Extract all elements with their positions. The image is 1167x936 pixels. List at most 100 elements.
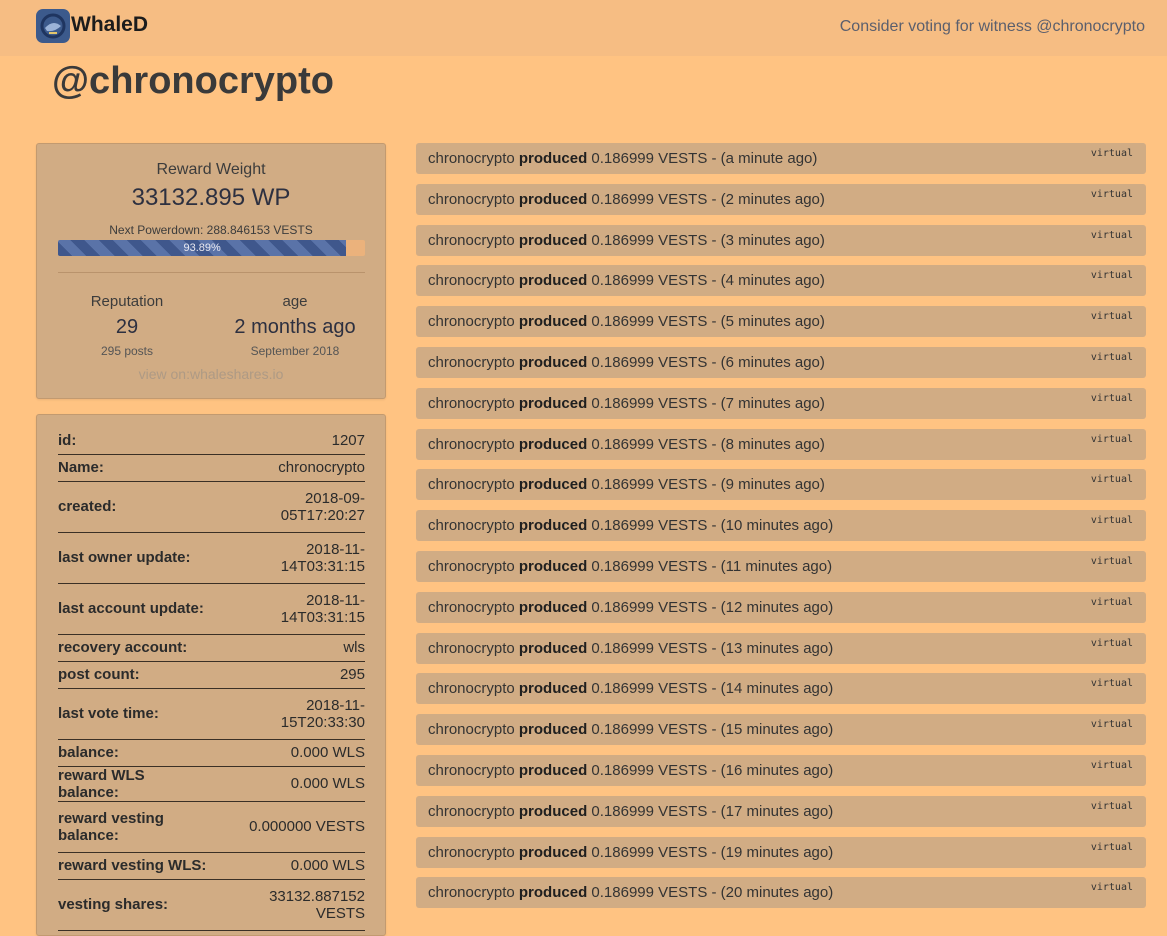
brand-name[interactable]: WhaleD [71,13,148,37]
operation-item[interactable]: chronocrypto produced 0.186999 VESTS - (… [416,796,1146,827]
operation-item[interactable]: chronocrypto produced 0.186999 VESTS - (… [416,388,1146,419]
operation-time: - (19 minutes ago) [711,844,834,861]
whale-logo-icon[interactable] [36,9,70,43]
detail-value-line: 14T03:31:15 [280,608,365,626]
operation-time: - (a minute ago) [711,150,818,167]
detail-value: 0.000 WLS [215,739,365,767]
operation-time: - (8 minutes ago) [711,436,825,453]
detail-value: 2018-11- 14T03:31:15 [215,532,365,584]
operation-item[interactable]: chronocrypto produced 0.186999 VESTS - (… [416,143,1146,174]
operation-account[interactable]: chronocrypto [428,599,515,616]
detail-key: reward vesting balance: [58,801,215,853]
operation-time: - (20 minutes ago) [711,884,834,901]
operation-account[interactable]: chronocrypto [428,721,515,738]
operation-item[interactable]: chronocrypto produced 0.186999 VESTS - (… [416,551,1146,582]
operation-account[interactable]: chronocrypto [428,640,515,657]
operation-account[interactable]: chronocrypto [428,558,515,575]
operation-amount: 0.186999 VESTS [591,191,708,208]
operation-account[interactable]: chronocrypto [428,150,515,167]
detail-row: vesting shares: 33132.887152 VESTS [58,879,365,931]
detail-value-line: 1207 [331,431,365,449]
operation-text: chronocrypto produced 0.186999 VESTS - (… [428,517,833,534]
detail-value: 0.000 WLS [215,852,365,880]
operation-account[interactable]: chronocrypto [428,232,515,249]
operation-amount: 0.186999 VESTS [591,476,708,493]
operation-item[interactable]: chronocrypto produced 0.186999 VESTS - (… [416,265,1146,296]
page-title: @chronocrypto [52,60,334,102]
operation-verb: produced [518,232,588,249]
detail-row: post count: 295 [58,661,365,689]
operation-account[interactable]: chronocrypto [428,354,515,371]
operation-account[interactable]: chronocrypto [428,762,515,779]
operation-item[interactable]: chronocrypto produced 0.186999 VESTS - (… [416,306,1146,337]
operation-virtual-tag: virtual [1090,230,1133,241]
operation-virtual-tag: virtual [1090,189,1133,200]
operation-item[interactable]: chronocrypto produced 0.186999 VESTS - (… [416,837,1146,868]
operation-text: chronocrypto produced 0.186999 VESTS - (… [428,599,833,616]
operation-amount: 0.186999 VESTS [591,680,708,697]
operation-account[interactable]: chronocrypto [428,313,515,330]
operation-item[interactable]: chronocrypto produced 0.186999 VESTS - (… [416,347,1146,378]
detail-value: 33132.887152 VESTS [215,879,365,931]
operation-text: chronocrypto produced 0.186999 VESTS - (… [428,272,825,289]
detail-value: 1207 [215,427,365,455]
operation-account[interactable]: chronocrypto [428,517,515,534]
operation-account[interactable]: chronocrypto [428,844,515,861]
operation-time: - (13 minutes ago) [711,640,834,657]
operation-virtual-tag: virtual [1090,882,1133,893]
operation-account[interactable]: chronocrypto [428,476,515,493]
operation-verb: produced [518,313,588,330]
reputation-label: Reputation [90,293,164,310]
operation-virtual-tag: virtual [1090,270,1133,281]
operation-account[interactable]: chronocrypto [428,803,515,820]
operation-amount: 0.186999 VESTS [591,313,708,330]
detail-row: Name: chronocrypto [58,454,365,482]
detail-value: wls [215,634,365,662]
operation-item[interactable]: chronocrypto produced 0.186999 VESTS - (… [416,673,1146,704]
operation-verb: produced [518,476,588,493]
detail-value: 0.000000 VESTS [215,801,365,853]
operation-item[interactable]: chronocrypto produced 0.186999 VESTS - (… [416,714,1146,745]
operation-item[interactable]: chronocrypto produced 0.186999 VESTS - (… [416,184,1146,215]
operation-account[interactable]: chronocrypto [428,191,515,208]
detail-value-line: 33132.887152 [269,887,365,905]
operation-account[interactable]: chronocrypto [428,680,515,697]
reputation-value: 29 [115,316,139,338]
operation-item[interactable]: chronocrypto produced 0.186999 VESTS - (… [416,225,1146,256]
operation-text: chronocrypto produced 0.186999 VESTS - (… [428,721,833,738]
operation-item[interactable]: chronocrypto produced 0.186999 VESTS - (… [416,469,1146,500]
operation-item[interactable]: chronocrypto produced 0.186999 VESTS - (… [416,633,1146,664]
operation-text: chronocrypto produced 0.186999 VESTS - (… [428,762,833,779]
account-details-card: id: 1207 Name: chronocrypto created: 2018-09-… [36,414,386,936]
operation-amount: 0.186999 VESTS [591,517,708,534]
detail-value-line: 2018-11- [306,696,365,714]
operation-virtual-tag: virtual [1090,311,1133,322]
operation-virtual-tag: virtual [1090,393,1133,404]
operation-account[interactable]: chronocrypto [428,436,515,453]
detail-value-line: VESTS [315,904,365,922]
operation-account[interactable]: chronocrypto [428,272,515,289]
operation-item[interactable]: chronocrypto produced 0.186999 VESTS - (… [416,755,1146,786]
operation-item[interactable]: chronocrypto produced 0.186999 VESTS - (… [416,429,1146,460]
operation-verb: produced [518,150,588,167]
operation-account[interactable]: chronocrypto [428,884,515,901]
detail-key: Name: [58,454,215,482]
operation-verb: produced [518,517,588,534]
operation-text: chronocrypto produced 0.186999 VESTS - (… [428,436,825,453]
detail-value: 295 [215,661,365,689]
witness-vote-link[interactable]: Consider voting for witness @chronocrypt… [840,18,1145,36]
operation-item[interactable]: chronocrypto produced 0.186999 VESTS - (… [416,510,1146,541]
operation-time: - (16 minutes ago) [711,762,834,779]
operation-virtual-tag: virtual [1090,597,1133,608]
operation-account[interactable]: chronocrypto [428,395,515,412]
detail-key: balance: [58,739,215,767]
operation-item[interactable]: chronocrypto produced 0.186999 VESTS - (… [416,877,1146,908]
operation-text: chronocrypto produced 0.186999 VESTS - (… [428,191,825,208]
operation-item[interactable]: chronocrypto produced 0.186999 VESTS - (… [416,592,1146,623]
detail-key: last account update: [58,583,215,635]
operation-time: - (7 minutes ago) [711,395,825,412]
view-on-whaleshares-link[interactable]: view on:whaleshares.io [37,366,385,382]
detail-value-line: 0.000 WLS [290,857,365,874]
detail-key: recovery account: [58,634,215,662]
operation-virtual-tag: virtual [1090,842,1133,853]
